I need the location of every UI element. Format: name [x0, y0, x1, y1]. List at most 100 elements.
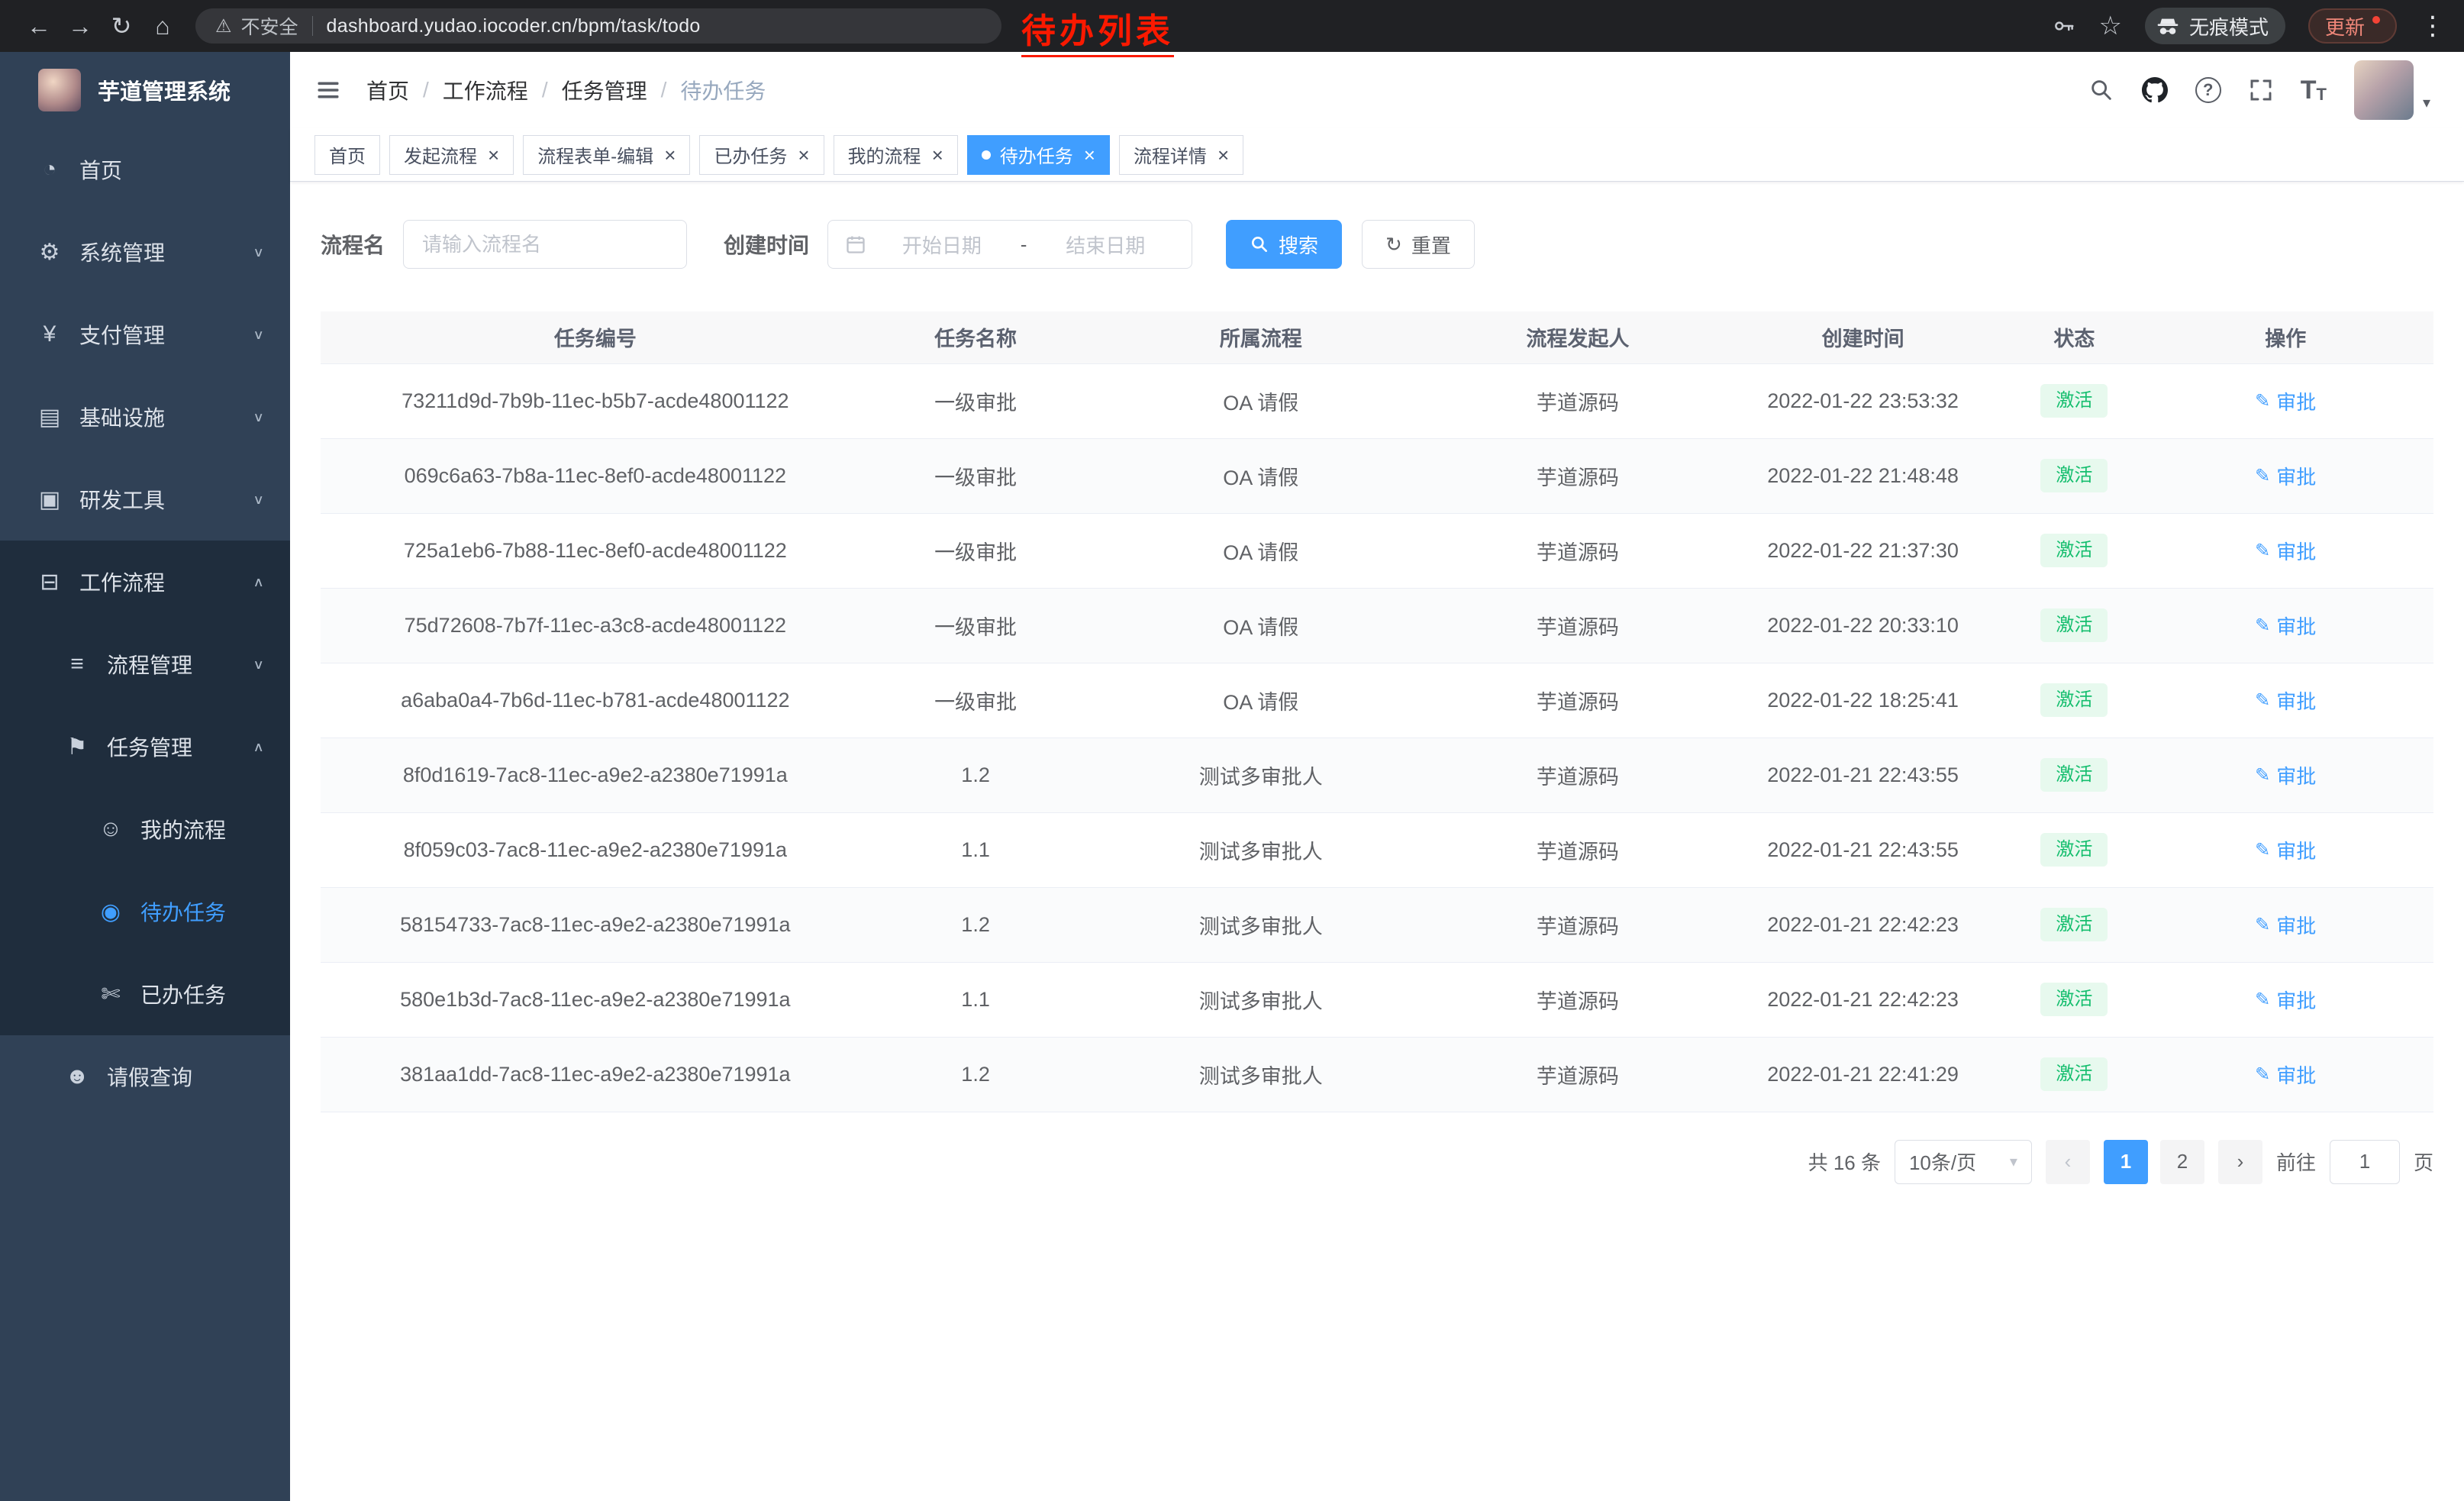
sidebar-item-payment[interactable]: ¥支付管理∨ [0, 293, 290, 376]
sidebar-item-system[interactable]: ⚙系统管理∨ [0, 211, 290, 293]
sidebar-item-infra[interactable]: ▤基础设施∨ [0, 376, 290, 458]
tab-todo-tasks[interactable]: 待办任务 × [967, 135, 1110, 175]
approve-link[interactable]: ✎审批 [2255, 1060, 2316, 1089]
sidebar-item-process-mgmt[interactable]: ≡流程管理∨ [0, 623, 290, 705]
breadcrumb-separator: / [542, 78, 548, 102]
page-button-2[interactable]: 2 [2160, 1140, 2204, 1184]
breadcrumb-item[interactable]: 首页 [366, 75, 409, 105]
next-page-button[interactable]: › [2218, 1140, 2262, 1184]
approve-link[interactable]: ✎审批 [2255, 986, 2316, 1014]
dashboard-icon: ◔ [34, 157, 66, 182]
sidebar-item-my-process[interactable]: ☺我的流程 [0, 788, 290, 870]
breadcrumb-item[interactable]: 任务管理 [562, 75, 647, 105]
date-range-picker[interactable]: 开始日期 - 结束日期 [827, 220, 1192, 269]
browser-toolbar: ← → ↻ ⌂ ⚠ 不安全 dashboard.yudao.iocoder.cn… [0, 0, 2464, 52]
close-icon[interactable]: × [932, 145, 943, 165]
password-key-icon[interactable] [2053, 15, 2075, 37]
prev-page-button[interactable]: ‹ [2046, 1140, 2090, 1184]
font-size-icon[interactable]: TT [2301, 77, 2327, 103]
approve-link[interactable]: ✎审批 [2255, 387, 2316, 415]
tab-label: 待办任务 [1000, 141, 1073, 168]
sidebar-menu: ◔首页⚙系统管理∨¥支付管理∨▤基础设施∨▣研发工具∨⊟工作流程∧≡流程管理∨⚑… [0, 128, 290, 1118]
active-tab-dot [982, 150, 991, 160]
cell-status: 激活 [2011, 812, 2137, 887]
approve-link[interactable]: ✎审批 [2255, 612, 2316, 640]
address-bar[interactable]: ⚠ 不安全 dashboard.yudao.iocoder.cn/bpm/tas… [195, 8, 1001, 44]
cell-task-id: 75d72608-7b7f-11ec-a3c8-acde48001122 [321, 588, 870, 663]
tab-process-detail[interactable]: 流程详情× [1119, 135, 1243, 175]
app-logo[interactable]: 芋道管理系统 [0, 52, 290, 128]
breadcrumb: 首页/工作流程/任务管理/待办任务 [366, 75, 766, 105]
close-icon[interactable]: × [488, 145, 499, 165]
process-name-input[interactable] [403, 220, 687, 269]
page-size-value: 10条/页 [1909, 1148, 1976, 1176]
fullscreen-icon[interactable] [2249, 78, 2273, 102]
tab-my-process[interactable]: 我的流程× [834, 135, 958, 175]
approve-label: 审批 [2276, 537, 2316, 565]
tab-form-edit[interactable]: 流程表单-编辑× [523, 135, 690, 175]
sidebar-item-leave-query[interactable]: ☻请假查询 [0, 1035, 290, 1118]
cell-created-at: 2022-01-22 20:33:10 [1715, 588, 2011, 663]
approve-link[interactable]: ✎审批 [2255, 761, 2316, 789]
approve-link[interactable]: ✎审批 [2255, 686, 2316, 715]
cell-process: OA 请假 [1081, 663, 1440, 738]
task-icon: ⚑ [61, 734, 93, 760]
reload-icon[interactable]: ↻ [101, 11, 142, 40]
cell-action: ✎审批 [2137, 438, 2433, 513]
not-secure-warning-icon: ⚠ [215, 15, 232, 37]
approve-link[interactable]: ✎审批 [2255, 911, 2316, 939]
table-row: 58154733-7ac8-11ec-a9e2-a2380e71991a1.2测… [321, 887, 2433, 962]
workflow-icon: ⊟ [34, 569, 66, 596]
tab-done-tasks[interactable]: 已办任务× [699, 135, 824, 175]
tab-home[interactable]: 首页 [314, 135, 380, 175]
breadcrumb-item[interactable]: 工作流程 [443, 75, 528, 105]
security-label[interactable]: 不安全 [241, 12, 298, 40]
sidebar-item-home[interactable]: ◔首页 [0, 128, 290, 211]
approve-link[interactable]: ✎审批 [2255, 836, 2316, 864]
update-button[interactable]: 更新 [2308, 8, 2397, 44]
process-name-label: 流程名 [321, 229, 385, 260]
back-icon[interactable]: ← [18, 12, 60, 40]
hamburger-icon[interactable] [314, 76, 342, 104]
browser-home-icon[interactable]: ⌂ [142, 12, 183, 40]
search-icon[interactable] [2088, 77, 2114, 103]
start-date-input[interactable]: 开始日期 [872, 231, 1011, 259]
help-icon[interactable]: ? [2195, 77, 2221, 103]
sidebar-item-workflow[interactable]: ⊟工作流程∧ [0, 541, 290, 623]
user-avatar[interactable] [2354, 60, 2414, 120]
cell-created-at: 2022-01-21 22:43:55 [1715, 812, 2011, 887]
cell-task-id: 381aa1dd-7ac8-11ec-a9e2-a2380e71991a [321, 1037, 870, 1112]
payment-icon: ¥ [34, 321, 66, 347]
approve-link[interactable]: ✎审批 [2255, 462, 2316, 490]
table-row: 725a1eb6-7b88-11ec-8ef0-acde48001122一级审批… [321, 513, 2433, 588]
close-icon[interactable]: × [1084, 145, 1095, 165]
tab-start-process[interactable]: 发起流程× [389, 135, 514, 175]
goto-page-input[interactable] [2330, 1140, 2400, 1184]
page-button-1[interactable]: 1 [2104, 1140, 2148, 1184]
github-icon[interactable] [2142, 77, 2168, 103]
bookmark-star-icon[interactable]: ☆ [2098, 11, 2121, 41]
sidebar-item-task-mgmt[interactable]: ⚑任务管理∧ [0, 705, 290, 788]
search-button[interactable]: 搜索 [1226, 220, 1342, 269]
end-date-input[interactable]: 结束日期 [1036, 231, 1175, 259]
page-size-select[interactable]: 10条/页 ▾ [1895, 1140, 2032, 1184]
cell-process: 测试多审批人 [1081, 738, 1440, 812]
close-icon[interactable]: × [664, 145, 676, 165]
incognito-badge: 无痕模式 [2145, 8, 2285, 44]
sidebar-item-todo-task[interactable]: ◉待办任务 [0, 870, 290, 953]
sidebar-item-label: 请假查询 [107, 1061, 192, 1092]
app-title: 芋道管理系统 [98, 74, 231, 106]
avatar-caret-icon[interactable]: ▾ [2423, 93, 2430, 112]
forward-icon[interactable]: → [60, 12, 101, 40]
close-icon[interactable]: × [1217, 145, 1229, 165]
reset-button[interactable]: ↻ 重置 [1362, 220, 1475, 269]
eye-icon: ◉ [95, 899, 127, 925]
approve-link[interactable]: ✎审批 [2255, 537, 2316, 565]
cell-task-name: 1.2 [870, 738, 1082, 812]
sidebar-item-devtools[interactable]: ▣研发工具∨ [0, 458, 290, 541]
close-icon[interactable]: × [798, 145, 809, 165]
sidebar-item-done-task[interactable]: ✄已办任务 [0, 953, 290, 1035]
tools-icon: ▣ [34, 486, 66, 513]
edit-icon: ✎ [2255, 914, 2270, 936]
browser-menu-icon[interactable]: ⋮ [2420, 11, 2446, 41]
